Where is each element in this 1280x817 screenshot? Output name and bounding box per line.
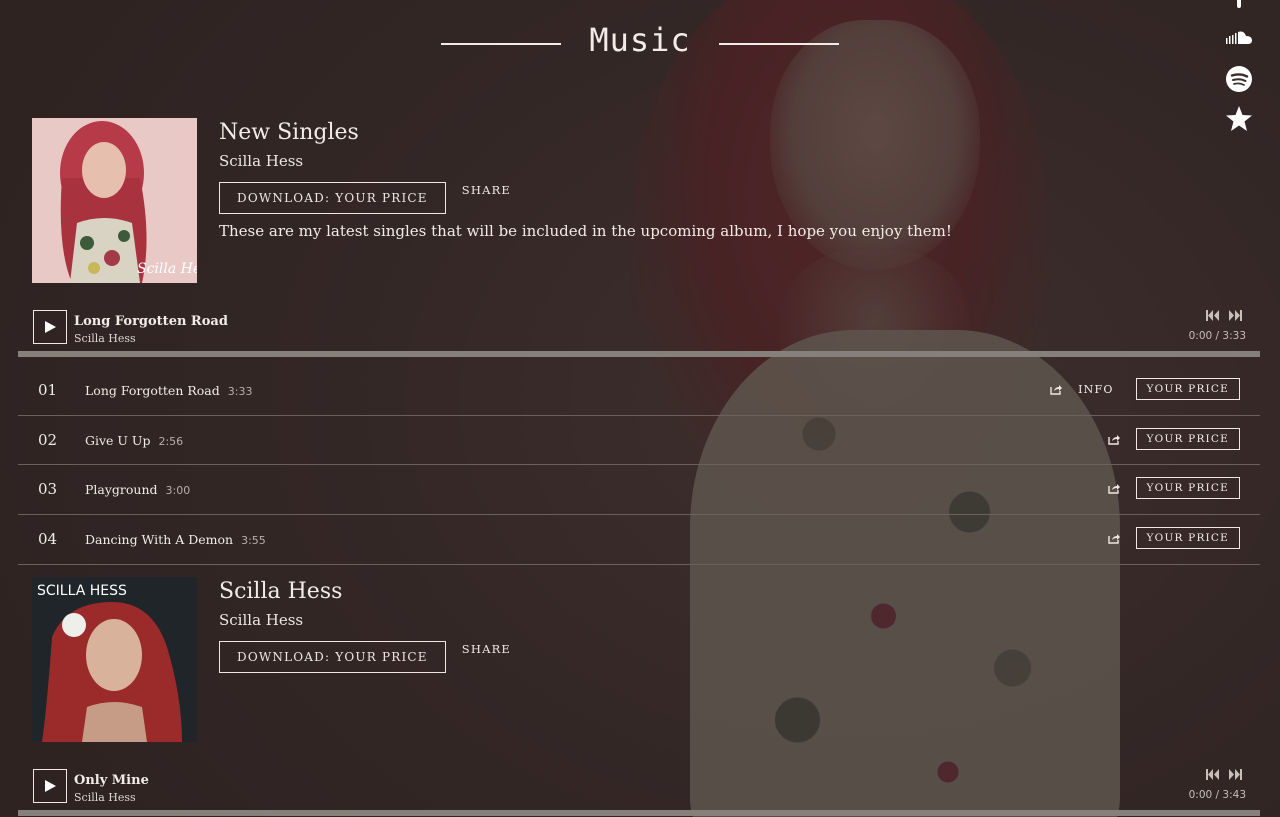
buy-track-button[interactable]: YOUR PRICE [1135, 527, 1240, 550]
previous-track-icon[interactable] [1206, 310, 1219, 321]
track-number: 04 [38, 530, 58, 549]
next-track-icon[interactable] [1229, 310, 1242, 321]
track-number: 02 [38, 430, 58, 449]
album-artist: Scilla Hess [219, 611, 304, 629]
player-time: 0:00 / 3:33 [1188, 330, 1246, 342]
buy-track-button[interactable]: YOUR PRICE [1135, 378, 1240, 400]
download-button[interactable]: DOWNLOAD: YOUR PRICE [219, 182, 446, 214]
now-playing-artist: Scilla Hess [74, 332, 136, 345]
track-title[interactable]: Dancing With A Demon [85, 532, 233, 547]
album-title: Scilla Hess [219, 579, 343, 604]
svg-text:SCILLA HESS: SCILLA HESS [37, 583, 127, 599]
header-rule-right [718, 43, 839, 45]
share-icon[interactable] [1050, 383, 1063, 395]
buy-track-button[interactable]: YOUR PRICE [1135, 427, 1240, 450]
track-title[interactable]: Playground [85, 482, 158, 497]
play-button[interactable] [33, 769, 67, 803]
track-list: 01 Long Forgotten Road 3:33 INFO YOUR PRI… [18, 366, 1260, 565]
share-icon[interactable] [1107, 532, 1120, 544]
track-number: 03 [38, 480, 58, 499]
album-description: These are my latest singles that will be… [219, 222, 952, 240]
now-playing-artist: Scilla Hess [74, 791, 136, 804]
buy-track-button[interactable]: YOUR PRICE [1135, 477, 1240, 500]
star-icon[interactable] [1224, 104, 1254, 134]
progress-bar[interactable] [18, 351, 1260, 357]
track-duration: 3:00 [165, 484, 191, 498]
audio-player: Only Mine Scilla Hess 0:00 / 3:43 [18, 769, 1260, 817]
progress-bar[interactable] [18, 810, 1260, 816]
share-link[interactable]: SHARE [462, 642, 511, 656]
track-row[interactable]: 03 Playground 3:00 YOUR PRICE [18, 465, 1260, 516]
share-link[interactable]: SHARE [462, 183, 511, 197]
previous-track-icon[interactable] [1206, 769, 1219, 780]
social-links [1224, 0, 1254, 144]
track-row[interactable]: 01 Long Forgotten Road 3:33 INFO YOUR PRI… [18, 366, 1260, 416]
track-duration: 3:55 [241, 534, 266, 548]
header-rule-left [441, 43, 562, 45]
facebook-icon[interactable] [1224, 0, 1254, 8]
svg-text:Scilla Hess: Scilla Hess [137, 261, 197, 277]
track-duration: 3:33 [227, 385, 253, 398]
album-artist: Scilla Hess [219, 152, 304, 170]
soundcloud-icon[interactable] [1224, 24, 1254, 54]
track-row[interactable]: 02 Give U Up 2:56 YOUR PRICE [18, 416, 1260, 466]
audio-player: Long Forgotten Road Scilla Hess 0:00 / 3… [18, 310, 1260, 360]
next-track-icon[interactable] [1229, 769, 1242, 780]
track-info-link[interactable]: INFO [1078, 383, 1113, 396]
track-duration: 2:56 [158, 434, 184, 448]
spotify-icon[interactable] [1224, 64, 1254, 94]
player-time: 0:00 / 3:43 [1188, 789, 1246, 801]
album-title: New Singles [219, 120, 359, 145]
share-icon[interactable] [1107, 482, 1120, 495]
track-number: 01 [38, 381, 58, 399]
now-playing-title: Only Mine [74, 773, 149, 788]
track-title[interactable]: Long Forgotten Road [85, 383, 220, 398]
album-cover[interactable]: Scilla Hess [32, 118, 197, 283]
download-button[interactable]: DOWNLOAD: YOUR PRICE [219, 641, 446, 673]
now-playing-title: Long Forgotten Road [74, 314, 228, 329]
album-cover[interactable]: SCILLA HESS [32, 577, 197, 742]
play-button[interactable] [33, 310, 67, 344]
play-icon [45, 321, 56, 333]
share-icon[interactable] [1107, 433, 1120, 445]
page-title: Music [589, 21, 691, 59]
play-icon [45, 780, 56, 792]
page-header: Music [0, 18, 1280, 62]
track-title[interactable]: Give U Up [85, 433, 150, 448]
track-row[interactable]: 04 Dancing With A Demon 3:55 YOUR PRICE [18, 515, 1260, 565]
